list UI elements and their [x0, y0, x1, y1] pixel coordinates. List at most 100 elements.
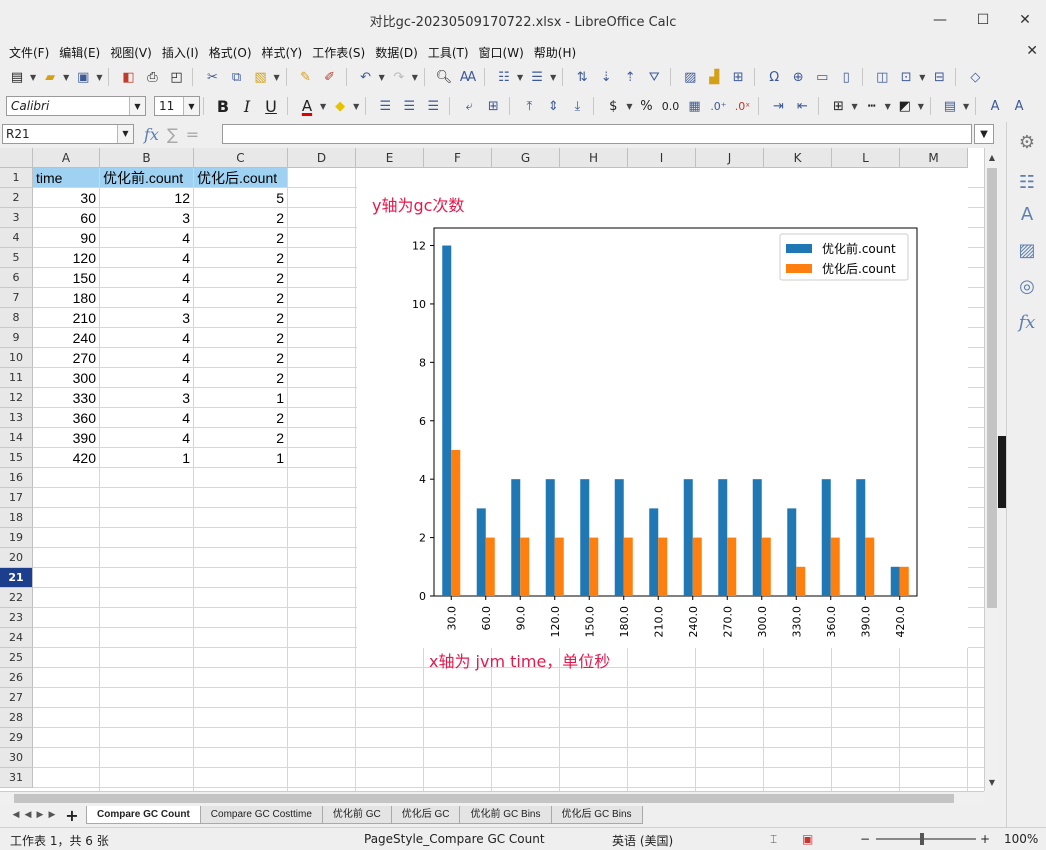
data-cell[interactable]: 2 [194, 288, 287, 308]
data-cell[interactable]: 3 [100, 388, 193, 408]
chevron-down-icon[interactable]: ▼ [963, 102, 969, 111]
data-cell[interactable]: 30 [33, 188, 99, 208]
column-header-a[interactable]: A [33, 148, 100, 168]
data-cell[interactable]: 4 [100, 368, 193, 388]
clear-formatting-icon[interactable]: ✐ [319, 66, 341, 88]
chevron-down-icon[interactable]: ▼ [379, 73, 385, 82]
chevron-down-icon[interactable]: ▼ [320, 102, 326, 111]
conditional-format-icon[interactable]: ▤ [939, 95, 961, 117]
gallery-icon[interactable]: ▨ [1015, 238, 1039, 262]
data-cell[interactable]: 2 [194, 408, 287, 428]
menu-window[interactable]: 窗口(W) [474, 44, 529, 61]
sheet-tab[interactable]: 优化后 GC [390, 806, 461, 824]
data-cell[interactable]: 4 [100, 408, 193, 428]
data-cell[interactable]: 4 [100, 248, 193, 268]
data-cell[interactable]: 3 [100, 208, 193, 228]
insert-mode-icon[interactable]: ⌶ [770, 832, 777, 847]
data-cell[interactable]: 90 [33, 228, 99, 248]
row-header-3[interactable]: 3 [0, 208, 33, 228]
spelling-icon[interactable]: Ꜳ [457, 66, 479, 88]
row-header-6[interactable]: 6 [0, 268, 33, 288]
data-cell[interactable]: 2 [194, 348, 287, 368]
name-box[interactable]: R21 ▼ [2, 124, 134, 144]
column-header-l[interactable]: L [832, 148, 900, 168]
header-cell[interactable]: 优化后.count [194, 168, 287, 187]
align-middle-icon[interactable]: ⇕ [542, 95, 564, 117]
freeze-rows-columns-icon[interactable]: ⊡ [895, 66, 917, 88]
column-header-d[interactable]: D [288, 148, 356, 168]
chevron-down-icon[interactable]: ▼ [96, 73, 102, 82]
data-cell[interactable]: 2 [194, 268, 287, 288]
row-header-13[interactable]: 13 [0, 408, 33, 428]
print-icon[interactable]: ⎙ [141, 66, 163, 88]
data-cell[interactable]: 270 [33, 348, 99, 368]
spreadsheet-grid[interactable]: A B C D E F G H I J K L M 1 2 3 4 5 6 7 8 9 10 11 12 13 14 15 16 17 18… [0, 148, 984, 791]
row-header-29[interactable]: 29 [0, 728, 33, 748]
find-replace-icon[interactable]: 🔍︎ [433, 66, 455, 88]
data-cell[interactable]: 360 [33, 408, 99, 428]
align-left-icon[interactable]: ☰ [374, 95, 396, 117]
menu-data[interactable]: 数据(D) [370, 44, 423, 61]
row-header-31[interactable]: 31 [0, 768, 33, 788]
cut-icon[interactable]: ✂ [201, 66, 223, 88]
data-cell[interactable]: 2 [194, 248, 287, 268]
export-pdf-icon[interactable]: ◧ [117, 66, 139, 88]
special-character-icon[interactable]: Ω [763, 66, 785, 88]
row-header-16[interactable]: 16 [0, 468, 33, 488]
row-header-7[interactable]: 7 [0, 288, 33, 308]
sheet-tab[interactable]: 优化前 GC [321, 806, 392, 824]
row-header-24[interactable]: 24 [0, 628, 33, 648]
data-cell[interactable]: 4 [100, 228, 193, 248]
number-format-icon[interactable]: 0.0 [659, 95, 681, 117]
data-cell[interactable]: 1 [194, 388, 287, 408]
comment-icon[interactable]: ▭ [811, 66, 833, 88]
data-cell[interactable]: 4 [100, 288, 193, 308]
sort-icon[interactable]: ⇅ [571, 66, 593, 88]
row-header-5[interactable]: 5 [0, 248, 33, 268]
chevron-down-icon[interactable]: ▼ [919, 73, 925, 82]
column-header-h[interactable]: H [560, 148, 628, 168]
header-footer-icon[interactable]: ▯ [835, 66, 857, 88]
percent-icon[interactable]: % [635, 95, 657, 117]
increase-indent-icon[interactable]: ⇥ [767, 95, 789, 117]
chevron-down-icon[interactable]: ▼ [353, 102, 359, 111]
zoom-slider[interactable] [876, 838, 976, 840]
row-header-19[interactable]: 19 [0, 528, 33, 548]
column-header-g[interactable]: G [492, 148, 560, 168]
data-cell[interactable]: 330 [33, 388, 99, 408]
save-icon[interactable]: ▣ [72, 66, 94, 88]
row-header-26[interactable]: 26 [0, 668, 33, 688]
border-style-icon[interactable]: ┅ [861, 95, 883, 117]
prev-sheet-icon[interactable]: ◀ [22, 808, 34, 822]
maximize-icon[interactable]: ☐ [968, 8, 998, 32]
data-cell[interactable]: 2 [194, 428, 287, 448]
date-format-icon[interactable]: ▦ [683, 95, 705, 117]
row-header-11[interactable]: 11 [0, 368, 33, 388]
row-header-1[interactable]: 1 [0, 168, 33, 188]
data-cell[interactable]: 1 [194, 448, 287, 468]
font-size-combobox[interactable]: 11 ▼ [154, 96, 200, 116]
row-header-12[interactable]: 12 [0, 388, 33, 408]
formula-input[interactable] [222, 124, 972, 144]
column-header-j[interactable]: J [696, 148, 764, 168]
data-cell[interactable]: 60 [33, 208, 99, 228]
delete-decimal-icon[interactable]: .0ˣ [731, 95, 753, 117]
column-header-k[interactable]: K [764, 148, 832, 168]
align-right-icon[interactable]: ☰ [422, 95, 444, 117]
data-cell[interactable]: 5 [194, 188, 287, 208]
horizontal-scroll-thumb[interactable] [14, 794, 954, 803]
row-header-15[interactable]: 15 [0, 448, 33, 468]
select-all-corner[interactable] [0, 148, 33, 168]
show-draw-functions-icon[interactable]: ◇ [964, 66, 986, 88]
chevron-down-icon[interactable]: ▼ [851, 102, 857, 111]
row-header-17[interactable]: 17 [0, 488, 33, 508]
align-top-icon[interactable]: ⤒ [518, 95, 540, 117]
data-cell[interactable]: 12 [100, 188, 193, 208]
sidebar-settings-icon[interactable]: ⚙ [1015, 130, 1039, 154]
chevron-down-icon[interactable]: ▼ [273, 73, 279, 82]
data-cell[interactable]: 240 [33, 328, 99, 348]
data-cell[interactable]: 4 [100, 428, 193, 448]
clone-formatting-icon[interactable]: ✎ [295, 66, 317, 88]
chevron-down-icon[interactable]: ▼ [117, 125, 133, 143]
expand-formula-bar-icon[interactable]: ▼ [974, 124, 994, 144]
